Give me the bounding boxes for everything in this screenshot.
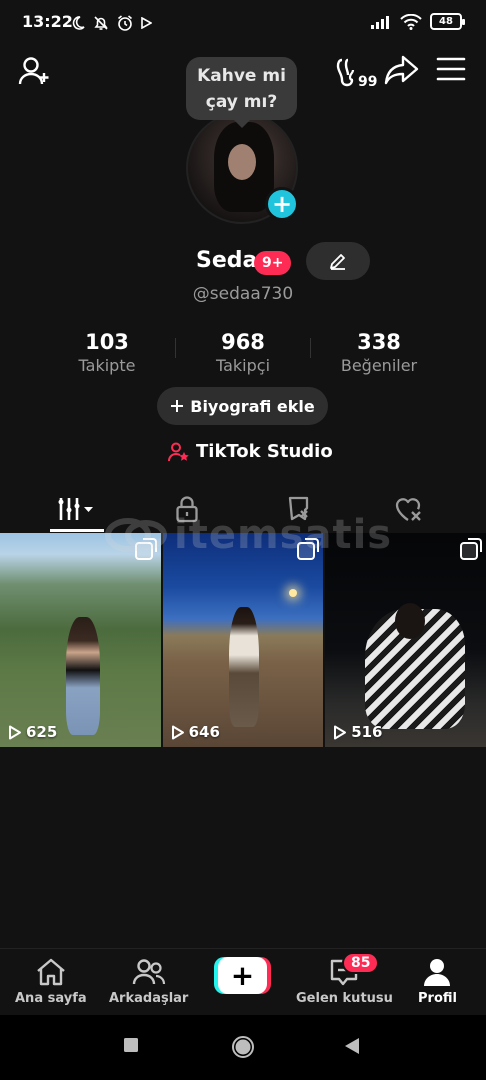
stat-likes[interactable]: 338 Beğeniler <box>314 330 444 375</box>
status-bar: 13:22 48 <box>0 0 486 44</box>
note-bubble[interactable]: Kahve mi çay mı? <box>186 57 297 128</box>
stat-followers[interactable]: 968 Takipçi <box>178 330 308 375</box>
share-icon[interactable] <box>384 54 420 90</box>
watermark-text: itemsatis <box>174 512 393 558</box>
stat-label: Takipte <box>78 356 136 375</box>
note-line-1: Kahve mi <box>197 66 286 86</box>
home-icon <box>37 958 65 986</box>
video-thumbnail[interactable]: 516 <box>325 533 486 747</box>
play-icon <box>171 725 184 739</box>
battery-icon: 48 <box>430 13 465 30</box>
stat-divider <box>310 338 311 358</box>
name-badge[interactable]: 9+ <box>254 251 292 275</box>
view-count: 516 <box>333 723 383 741</box>
wifi-icon <box>400 13 422 30</box>
system-nav-bar <box>0 1015 486 1080</box>
videos-grid-icon <box>58 498 93 520</box>
status-right-icons: 48 <box>370 13 465 30</box>
square-icon <box>124 1038 138 1052</box>
video-thumbnail[interactable]: 625 <box>0 533 161 747</box>
back-button[interactable] <box>344 1037 360 1059</box>
inbox-badge: 85 <box>342 952 380 974</box>
watermark-logo <box>105 518 167 552</box>
plus-icon <box>171 400 184 412</box>
multi-photo-icon <box>459 538 482 560</box>
stat-label: Takipçi <box>215 356 271 375</box>
stat-value: 968 <box>221 330 265 354</box>
nav-home-label: Ana sayfa <box>15 991 87 1006</box>
add-friend-icon[interactable] <box>18 56 52 92</box>
nav-home[interactable]: Ana sayfa <box>15 957 87 1006</box>
recent-apps-button[interactable] <box>123 1037 139 1057</box>
moon-icon <box>72 16 85 30</box>
nav-friends-label: Arkadaşlar <box>109 991 189 1006</box>
stat-following[interactable]: 103 Takipte <box>42 330 172 375</box>
view-count: 625 <box>8 723 57 741</box>
battery-level: 48 <box>439 16 453 27</box>
nav-inbox-label: Gelen kutusu <box>296 991 393 1006</box>
circle-icon <box>232 1036 254 1058</box>
add-avatar-story-button[interactable]: + <box>265 187 299 221</box>
tiktok-studio-link[interactable]: TikTok Studio <box>168 441 333 462</box>
play-icon <box>9 725 21 739</box>
bottom-nav: Ana sayfa Arkadaşlar + Gelen kutusu 85 P… <box>0 948 486 1015</box>
add-bio-button[interactable]: Biyografi ekle <box>157 387 328 425</box>
create-button[interactable]: + <box>214 957 271 994</box>
bell-off-icon <box>94 16 108 30</box>
active-tab-indicator <box>50 529 104 532</box>
friends-icon <box>132 959 165 985</box>
view-count-value: 625 <box>26 723 58 741</box>
tiktok-studio-label: TikTok Studio <box>196 441 333 462</box>
status-left-icons <box>70 14 152 32</box>
stat-value: 338 <box>357 330 401 354</box>
video-figure <box>228 607 259 727</box>
video-figure-head <box>395 603 426 639</box>
play-icon <box>334 725 347 739</box>
profile-name: Seda <box>196 248 258 273</box>
menu-icon[interactable] <box>436 56 466 86</box>
stat-value: 103 <box>85 330 129 354</box>
status-time: 13:22 <box>22 12 73 31</box>
note-line-2: çay mı? <box>205 92 278 112</box>
home-system-button[interactable] <box>231 1035 255 1063</box>
name-row: Seda 9+ <box>0 242 486 282</box>
stat-label: Beğeniler <box>340 356 418 375</box>
nav-friends[interactable]: Arkadaşlar <box>109 957 188 1006</box>
nav-profile[interactable]: Profil <box>418 957 457 1006</box>
stat-divider <box>175 338 176 358</box>
plus-icon: + <box>218 957 267 994</box>
play-store-icon <box>141 17 152 29</box>
video-thumbnail[interactable]: 646 <box>162 533 324 747</box>
view-count-value: 646 <box>188 723 220 741</box>
back-triangle-icon <box>345 1038 359 1054</box>
studio-icon <box>168 442 189 461</box>
view-count-value: 516 <box>351 723 383 741</box>
nav-profile-label: Profil <box>418 991 457 1006</box>
username: @sedaa730 <box>192 284 294 304</box>
signal-icon <box>371 15 389 29</box>
watermark: itemsatis <box>104 512 392 558</box>
add-bio-label: Biyografi ekle <box>190 396 315 416</box>
video-grid: 625 646 516 <box>0 533 486 747</box>
liked-icon <box>395 498 421 521</box>
edit-profile-button[interactable] <box>306 242 370 280</box>
video-figure <box>66 617 100 735</box>
alarm-icon <box>117 15 133 31</box>
pencil-icon <box>330 254 345 270</box>
profile-icon <box>424 959 451 986</box>
street-lamp <box>288 589 297 597</box>
profile-visitors-icon[interactable]: 99 <box>336 56 380 94</box>
visitors-count: 99 <box>358 74 377 90</box>
view-count: 646 <box>171 723 220 741</box>
avatar-face <box>228 144 256 180</box>
